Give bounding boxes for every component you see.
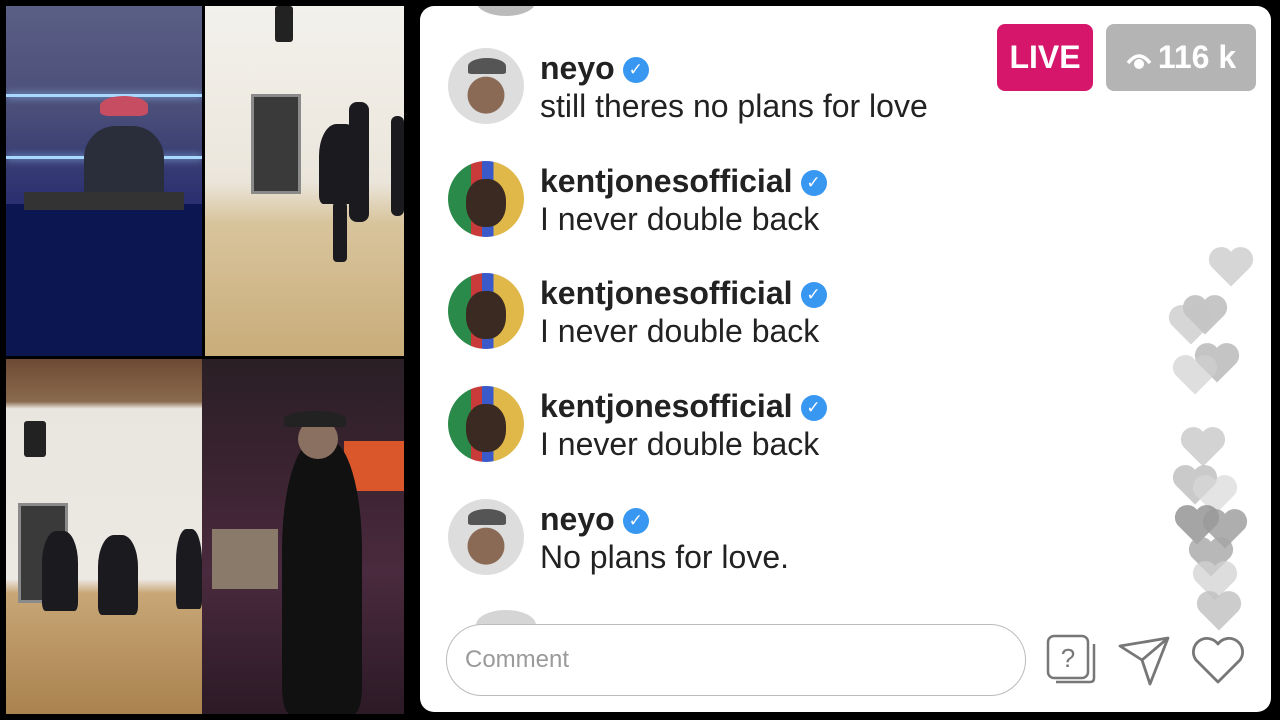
comment-username[interactable]: kentjonesofficial ✓ — [540, 388, 827, 425]
comment-item: neyo ✓ still theres no plans for love — [448, 48, 1088, 128]
speaker — [24, 421, 46, 457]
floating-hearts — [1165, 241, 1265, 641]
dj-desk — [6, 204, 202, 356]
speaker — [275, 6, 293, 42]
avatar[interactable] — [448, 161, 524, 237]
avatar[interactable] — [448, 273, 524, 349]
question-icon[interactable]: ? — [1042, 630, 1102, 690]
avatar[interactable] — [448, 499, 524, 575]
avatar[interactable] — [448, 48, 524, 124]
heart-icon[interactable] — [1188, 630, 1248, 690]
door — [251, 94, 301, 194]
video-tile-dance-1[interactable] — [205, 6, 404, 356]
video-tile-dj[interactable] — [6, 6, 202, 356]
svg-text:?: ? — [1061, 643, 1075, 673]
dancer — [176, 529, 202, 609]
neon-light — [6, 94, 202, 97]
send-icon[interactable] — [1114, 630, 1174, 690]
comment-input[interactable] — [446, 624, 1026, 696]
verified-icon: ✓ — [622, 57, 649, 83]
comment-username[interactable]: kentjonesofficial ✓ — [540, 163, 827, 200]
comment-text: still theres no plans for love — [540, 88, 928, 124]
viewer-count: 116 k — [1157, 39, 1237, 75]
verified-icon: ✓ — [622, 508, 649, 534]
dancer-2 — [349, 102, 369, 222]
heart-icon — [1208, 247, 1254, 287]
comment-text: I never double back — [540, 313, 820, 349]
comment-username[interactable]: neyo ✓ — [540, 501, 649, 538]
comment-item: kentjonesofficial ✓ I never double back — [448, 386, 1088, 466]
comment-item: kentjonesofficial ✓ I never double back — [448, 161, 1088, 241]
avatar[interactable] — [448, 386, 524, 462]
verified-icon: ✓ — [800, 282, 827, 308]
comment-item: neyo ✓ No plans for love. — [448, 499, 1088, 579]
heart-icon — [1172, 355, 1218, 395]
dancer — [42, 531, 78, 611]
hat — [284, 411, 346, 427]
video-tile-dance-2[interactable] — [6, 359, 202, 714]
video-tile-studio[interactable] — [202, 359, 404, 714]
viewer-count-badge[interactable]: 116 k — [1106, 24, 1256, 91]
dancer — [98, 535, 138, 615]
verified-icon: ✓ — [800, 170, 827, 196]
video-grid — [6, 6, 404, 714]
comment-list[interactable]: neyo ✓ still theres no plans for love ken… — [420, 6, 1271, 616]
comment-text: I never double back — [540, 426, 820, 462]
dj-controller — [24, 192, 184, 210]
comment-username[interactable]: neyo ✓ — [540, 50, 649, 87]
studio-person — [282, 441, 362, 714]
studio-equipment — [212, 529, 278, 589]
comment-text: No plans for love. — [540, 539, 790, 575]
comment-text: I never double back — [540, 201, 820, 237]
dancer-leg — [333, 202, 347, 262]
hat — [100, 96, 148, 116]
comment-item: kentjonesofficial ✓ I never double back — [448, 273, 1088, 353]
live-badge: LIVE — [997, 24, 1093, 91]
dancer-3 — [391, 116, 404, 216]
eye-icon — [1126, 53, 1152, 69]
live-chat-panel: neyo ✓ still theres no plans for love ken… — [420, 6, 1271, 712]
comment-username[interactable]: kentjonesofficial ✓ — [540, 275, 827, 312]
verified-icon: ✓ — [800, 395, 827, 421]
